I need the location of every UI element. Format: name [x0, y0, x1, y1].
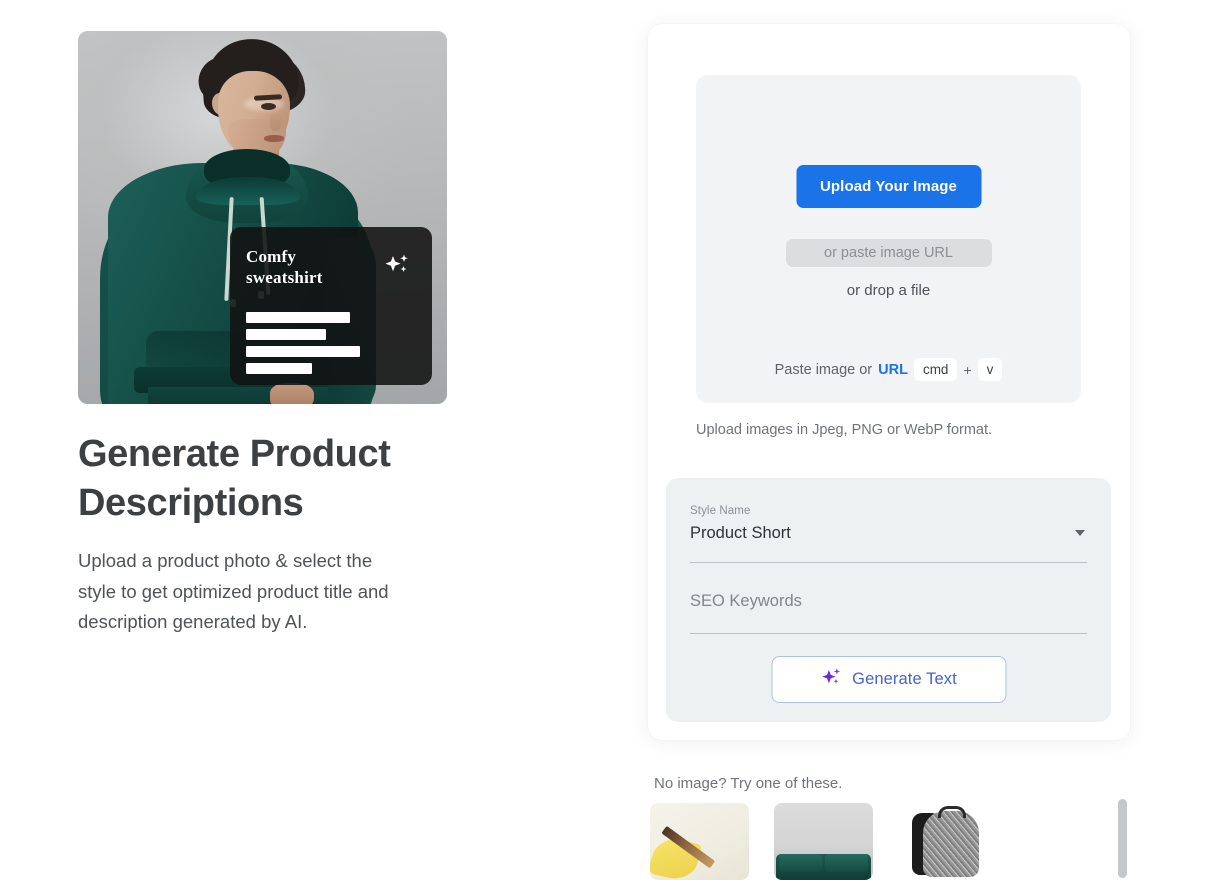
- seo-keywords-placeholder: SEO Keywords: [690, 592, 802, 610]
- sparkle-icon: [820, 666, 843, 694]
- kbd-plus: +: [963, 361, 972, 378]
- style-name-value: Product Short: [690, 524, 791, 542]
- generate-text-button[interactable]: Generate Text: [771, 656, 1006, 703]
- format-note: Upload images in Jpeg, PNG or WebP forma…: [696, 422, 993, 438]
- page-subtitle: Upload a product photo & select the styl…: [78, 550, 389, 632]
- hero-card-text-placeholder-bars: [246, 312, 360, 380]
- paste-hint-prefix: Paste image or: [774, 361, 873, 378]
- sparkle-icon: [382, 251, 412, 281]
- kbd-v: v: [977, 358, 1003, 381]
- green-sofa-thumbnail[interactable]: [774, 803, 873, 880]
- uploader-card: Upload Your Image or drop a file Paste i…: [648, 24, 1130, 740]
- intro-column: Comfy sweatshirt Generate Product Descrip…: [78, 31, 478, 638]
- suggestion-thumbnails[interactable]: [650, 803, 1130, 880]
- style-name-select[interactable]: Style Name Product Short: [690, 502, 1087, 563]
- drop-file-hint: or drop a file: [846, 282, 931, 299]
- image-url-input[interactable]: [785, 239, 992, 267]
- hero-image: Comfy sweatshirt: [78, 31, 447, 404]
- generate-text-label: Generate Text: [852, 670, 957, 688]
- hero-card-title-line2: sweatshirt: [246, 268, 323, 287]
- image-dropzone[interactable]: Upload Your Image or drop a file Paste i…: [696, 75, 1081, 403]
- upload-image-button[interactable]: Upload Your Image: [795, 165, 982, 208]
- kbd-cmd: cmd: [913, 358, 958, 381]
- page-title: Generate Product Descriptions: [78, 433, 391, 524]
- style-name-label: Style Name: [690, 505, 751, 517]
- thumbnails-scrollbar[interactable]: [1118, 799, 1127, 878]
- generation-form: Style Name Product Short SEO Keywords Ge…: [666, 478, 1111, 722]
- hero-card-title-line1: Comfy: [246, 247, 297, 266]
- chevron-down-icon[interactable]: [1075, 530, 1085, 536]
- paste-url-link[interactable]: URL: [878, 362, 908, 378]
- hero-card-title: Comfy sweatshirt: [246, 246, 323, 288]
- hero-overlay-card: Comfy sweatshirt: [230, 227, 432, 385]
- suggestions-title: No image? Try one of these.: [654, 775, 843, 792]
- banana-pencil-thumbnail[interactable]: [650, 803, 749, 880]
- seo-keywords-input[interactable]: SEO Keywords: [690, 578, 1087, 634]
- page-root: Comfy sweatshirt Generate Product Descrip…: [0, 0, 1210, 880]
- grey-backpack-thumbnail[interactable]: [898, 803, 997, 880]
- paste-hint-row: Paste image or URL cmd + v: [696, 358, 1081, 381]
